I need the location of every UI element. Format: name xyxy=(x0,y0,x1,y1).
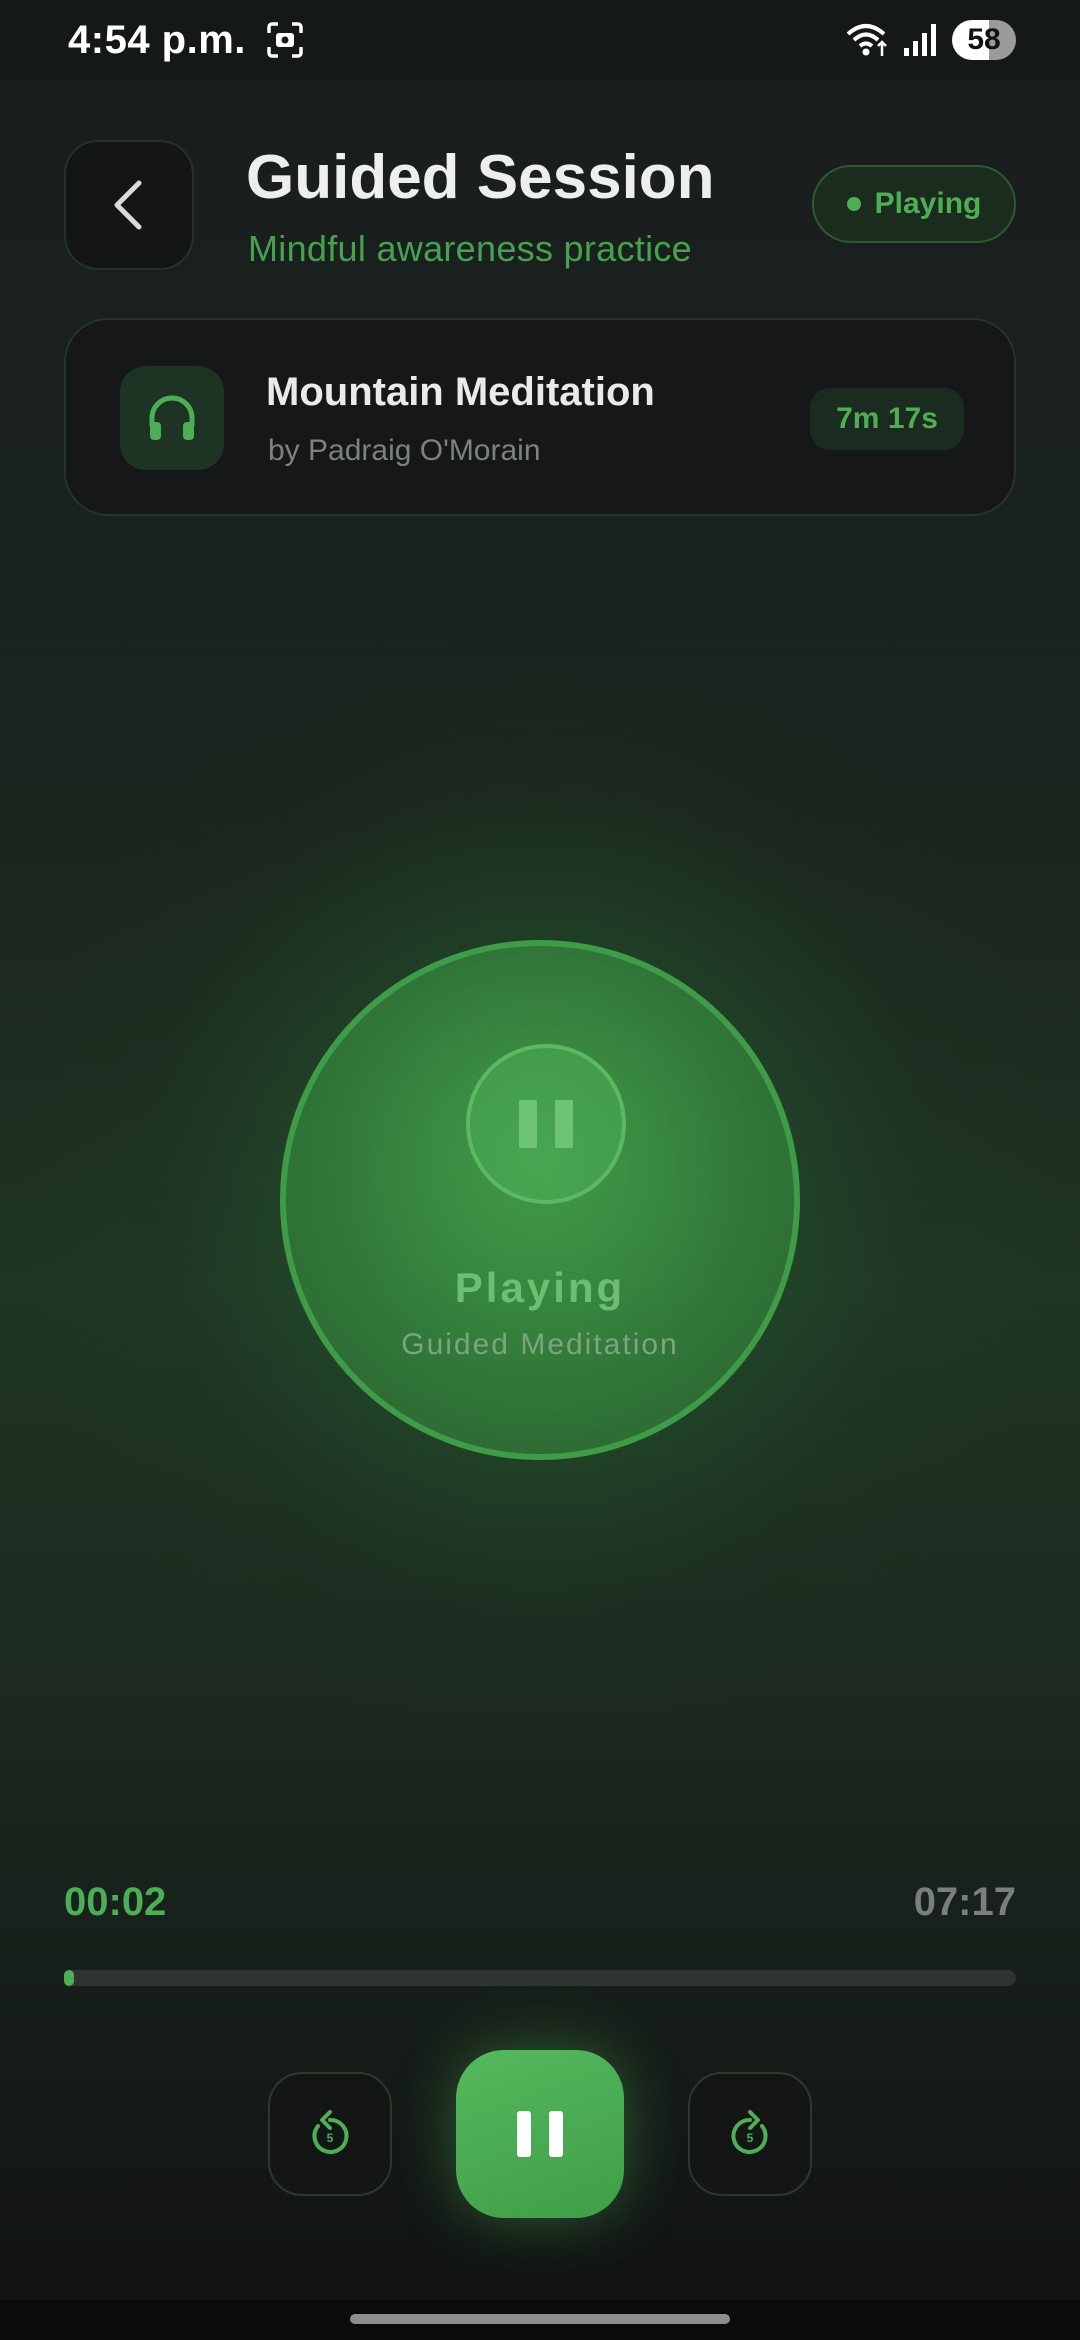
progress-bar[interactable] xyxy=(64,1970,1016,1986)
pause-bar-icon xyxy=(519,1100,537,1148)
status-badge: Playing xyxy=(812,165,1016,243)
forward-seconds-label: 5 xyxy=(747,2131,754,2145)
total-time: 07:17 xyxy=(913,1880,1016,1924)
chevron-left-icon xyxy=(114,180,142,230)
forward-icon: 5 xyxy=(731,2110,768,2154)
rewind-seconds-label: 5 xyxy=(327,2131,334,2145)
track-title: Mountain Meditation xyxy=(266,370,655,414)
wifi-icon xyxy=(846,24,887,56)
status-bar: 4:54 p.m. 58 xyxy=(0,0,1080,80)
pause-button[interactable] xyxy=(456,2050,624,2218)
signal-icon xyxy=(904,24,936,56)
orb-pause-button[interactable] xyxy=(466,1044,626,1204)
player-orb: Playing Guided Meditation xyxy=(280,940,800,1460)
headphones-icon xyxy=(149,395,195,440)
status-dot-icon xyxy=(846,197,861,211)
back-button[interactable] xyxy=(64,140,194,270)
track-icon-tile xyxy=(120,366,224,470)
progress-fill xyxy=(64,1970,74,1986)
forward-button[interactable]: 5 xyxy=(688,2072,812,2196)
track-author: by Padraig O'Morain xyxy=(268,434,541,467)
duration-badge: 7m 17s xyxy=(810,388,964,450)
home-indicator[interactable] xyxy=(350,2314,730,2324)
status-icons: 58 xyxy=(846,20,1016,60)
pause-bar-icon xyxy=(555,1100,573,1148)
screen: 4:54 p.m. 58 Guided Session Mindful awar… xyxy=(0,0,1080,2340)
page-subtitle: Mindful awareness practice xyxy=(248,228,693,269)
orb-session-type: Guided Meditation xyxy=(401,1328,679,1361)
rewind-button[interactable]: 5 xyxy=(268,2072,392,2196)
page-title: Guided Session xyxy=(246,143,715,212)
track-card: Mountain Meditation by Padraig O'Morain … xyxy=(64,318,1016,516)
battery-indicator: 58 xyxy=(952,20,1016,60)
orb-status-text: Playing xyxy=(454,1264,626,1311)
status-time: 4:54 p.m. xyxy=(68,17,246,62)
status-badge-label: Playing xyxy=(874,187,982,220)
pause-bar-icon xyxy=(549,2111,563,2157)
pause-bar-icon xyxy=(517,2111,531,2157)
rewind-icon: 5 xyxy=(312,2110,349,2154)
elapsed-time: 00:02 xyxy=(64,1880,167,1924)
screenshot-scan-icon xyxy=(267,22,303,58)
